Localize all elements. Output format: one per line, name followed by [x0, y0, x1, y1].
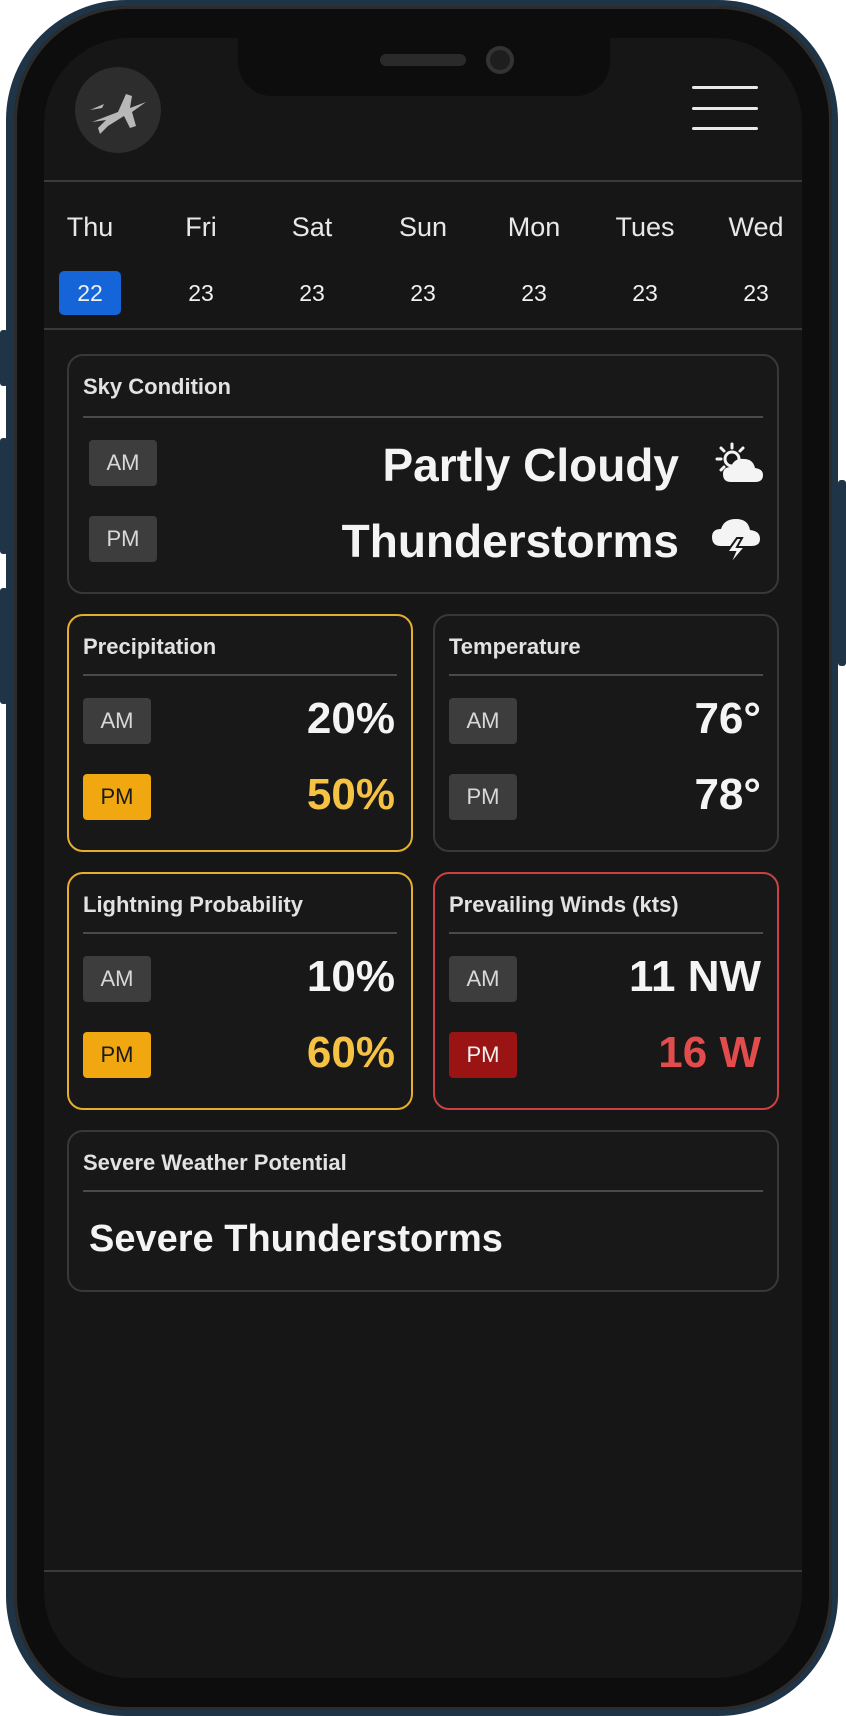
date-button-sat[interactable]: 23 — [281, 271, 343, 315]
temperature-title: Temperature — [449, 634, 581, 659]
sky-am-value: Partly Cloudy — [382, 439, 679, 491]
header-divider — [44, 180, 802, 182]
date-button-sun[interactable]: 23 — [392, 271, 454, 315]
card-divider — [83, 1190, 763, 1192]
pm-badge: PM — [89, 516, 157, 562]
sky-condition-title: Sky Condition — [83, 374, 231, 399]
temperature-am-value: 76° — [694, 694, 761, 743]
temperature-pm-value: 78° — [694, 770, 761, 819]
lightning-pm-value: 60% — [306, 1028, 395, 1077]
precipitation-am-value: 20% — [306, 694, 395, 743]
sky-pm-value: Thunderstorms — [341, 515, 679, 567]
card-divider — [83, 416, 763, 418]
day-label-mon: Mon — [507, 212, 561, 242]
partly-cloudy-icon — [715, 442, 763, 482]
phone-volume-down-button — [0, 588, 8, 704]
lightning-am-value: 10% — [306, 952, 395, 1001]
day-label-thu: Thu — [66, 212, 114, 242]
jet-icon — [90, 94, 146, 134]
am-badge: AM — [83, 956, 151, 1002]
date-button-wed[interactable]: 23 — [725, 271, 787, 315]
date-button-mon[interactable]: 23 — [503, 271, 565, 315]
am-badge: AM — [89, 440, 157, 486]
hamburger-menu-button[interactable] — [692, 86, 758, 132]
day-label-tues: Tues — [615, 212, 675, 242]
footer-divider — [44, 1570, 802, 1572]
day-label-sun: Sun — [398, 212, 448, 242]
date-button-fri[interactable]: 23 — [170, 271, 232, 315]
thunderstorm-icon — [712, 519, 760, 567]
phone-mute-switch — [0, 330, 8, 386]
winds-title: Prevailing Winds (kts) — [449, 892, 679, 917]
severe-weather-title: Severe Weather Potential — [83, 1150, 347, 1175]
lightning-probability-card: Lightning Probability AM 10% PM 60% — [67, 872, 413, 1110]
speaker-grille — [380, 54, 466, 66]
front-camera — [486, 46, 514, 74]
lightning-title: Lightning Probability — [83, 892, 303, 917]
card-divider — [449, 674, 763, 676]
card-divider — [449, 932, 763, 934]
date-button-tues[interactable]: 23 — [614, 271, 676, 315]
prevailing-winds-card: Prevailing Winds (kts) AM 11 NW PM 16 W — [433, 872, 779, 1110]
card-divider — [83, 932, 397, 934]
pm-badge: PM — [83, 774, 151, 820]
severe-weather-value: Severe Thunderstorms — [89, 1218, 503, 1260]
precipitation-pm-value: 50% — [306, 770, 395, 819]
phone-volume-up-button — [0, 438, 8, 554]
precipitation-card: Precipitation AM 20% PM 50% — [67, 614, 413, 852]
winds-pm-value: 16 W — [658, 1028, 761, 1077]
card-divider — [83, 674, 397, 676]
pm-badge: PM — [449, 1032, 517, 1078]
am-badge: AM — [449, 698, 517, 744]
severe-weather-card: Severe Weather Potential Severe Thunders… — [67, 1130, 779, 1292]
menu-line-icon — [692, 86, 758, 89]
pm-badge: PM — [449, 774, 517, 820]
phone-power-button — [838, 480, 846, 666]
precipitation-title: Precipitation — [83, 634, 217, 659]
winds-am-value: 11 NW — [628, 952, 761, 1001]
day-strip-divider — [44, 328, 802, 330]
sky-condition-card: Sky Condition AM Partly Cloudy PM Thunde… — [67, 354, 779, 594]
menu-line-icon — [692, 107, 758, 110]
day-label-sat: Sat — [291, 212, 333, 242]
pm-badge: PM — [83, 1032, 151, 1078]
day-label-fri: Fri — [185, 212, 217, 242]
date-button-thu[interactable]: 22 — [59, 271, 121, 315]
temperature-card: Temperature AM 76° PM 78° — [433, 614, 779, 852]
app-logo[interactable] — [75, 67, 161, 153]
menu-line-icon — [692, 127, 758, 130]
am-badge: AM — [83, 698, 151, 744]
phone-notch — [238, 38, 610, 96]
am-badge: AM — [449, 956, 517, 1002]
day-label-wed: Wed — [728, 212, 784, 242]
